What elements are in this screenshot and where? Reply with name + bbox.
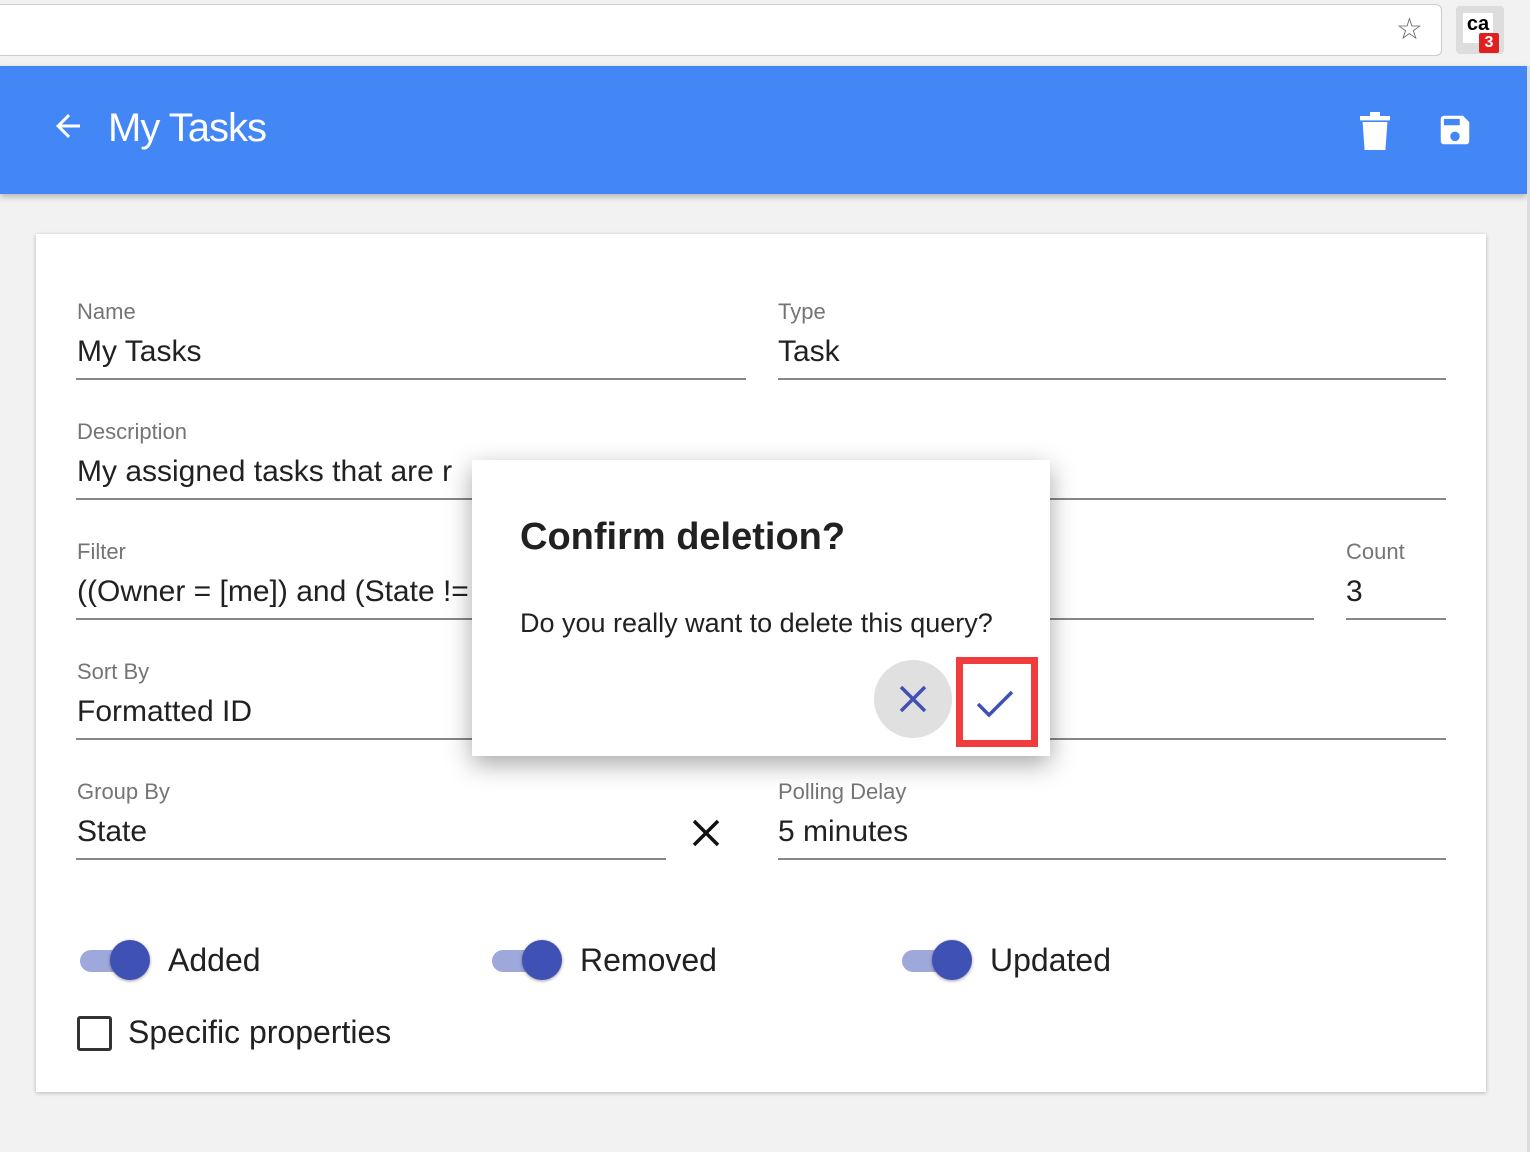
added-label: Added [168,942,261,978]
trash-icon[interactable] [1360,112,1390,155]
added-toggle[interactable] [78,940,150,980]
clear-group-by-icon[interactable] [690,817,722,854]
type-underline [778,378,1446,380]
polling-delay-field[interactable]: 5 minutes [778,815,1446,849]
specific-properties-checkbox[interactable] [77,1016,112,1051]
removed-toggle[interactable] [490,940,562,980]
count-label: Count [1346,539,1405,564]
check-icon [976,690,1014,718]
page-title: My Tasks [108,106,267,150]
removed-label: Removed [580,942,717,978]
floppy-disk-icon[interactable] [1436,111,1474,154]
group-by-field[interactable]: State [77,815,666,849]
polling-delay-underline [778,858,1446,860]
confirm-button[interactable] [956,657,1038,747]
confirm-dialog: Confirm deletion? Do you really want to … [472,460,1050,756]
arrow-left-icon[interactable] [50,108,86,151]
extension-button[interactable]: ca 3 [1456,6,1504,54]
description-field[interactable]: My assigned tasks that are r [77,455,477,489]
extension-badge: 3 [1479,33,1499,53]
count-underline [1346,618,1446,620]
cancel-button[interactable] [874,660,952,738]
group-by-label: Group By [77,779,170,804]
updated-label: Updated [990,942,1111,978]
specific-properties-label: Specific properties [128,1014,392,1050]
name-underline [76,378,746,380]
group-by-underline [76,858,666,860]
type-field[interactable]: Task [778,335,1446,369]
description-label: Description [77,419,188,444]
name-label: Name [77,299,136,324]
updated-toggle[interactable] [900,940,972,980]
polling-delay-label: Polling Delay [778,779,907,804]
sort-by-field[interactable]: Formatted ID [77,695,477,729]
close-icon [899,685,927,713]
type-label: Type [778,299,826,324]
dialog-title: Confirm deletion? [520,516,846,558]
count-field[interactable]: 3 [1346,575,1446,609]
dialog-message: Do you really want to delete this query? [520,608,993,638]
sort-by-label: Sort By [77,659,150,684]
name-field[interactable]: My Tasks [77,335,746,369]
filter-field[interactable]: ((Owner = [me]) and (State != [77,575,477,609]
star-icon[interactable]: ☆ [1396,12,1423,47]
address-bar[interactable] [0,4,1442,56]
filter-label: Filter [77,539,126,564]
